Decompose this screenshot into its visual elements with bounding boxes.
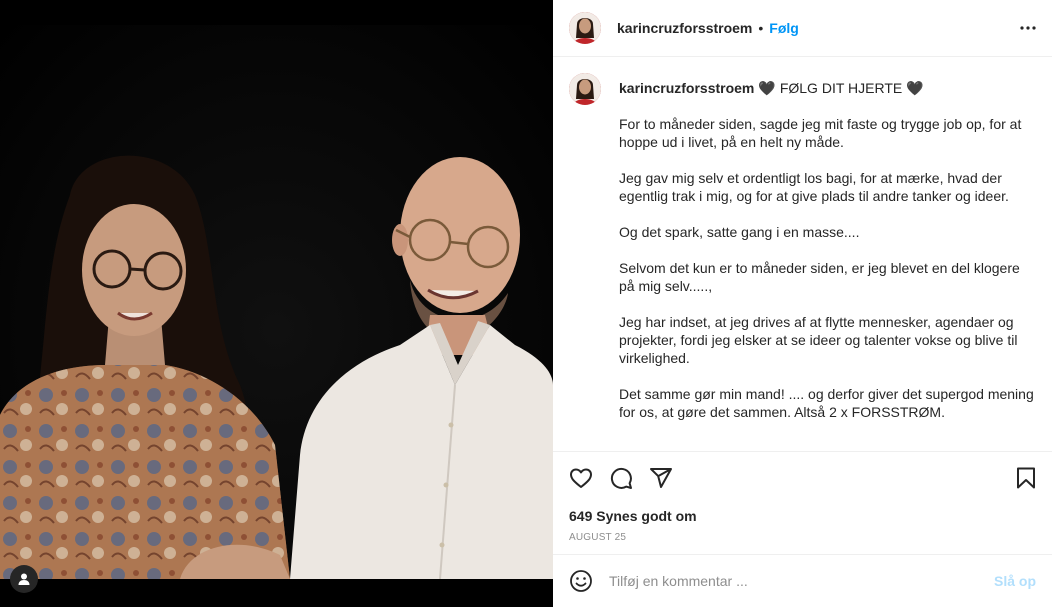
like-button[interactable] <box>569 466 593 490</box>
post-comment-button[interactable]: Slå op <box>994 573 1036 589</box>
comment-button[interactable] <box>609 466 633 490</box>
likes-count[interactable]: 649 Synes godt om <box>553 504 1052 528</box>
caption-avatar[interactable] <box>569 73 601 105</box>
caption-text: karincruzforsstroem 🖤 FØLG DIT HJERTE 🖤 … <box>619 73 1036 439</box>
caption: karincruzforsstroem 🖤 FØLG DIT HJERTE 🖤 … <box>569 73 1036 439</box>
post-media <box>0 0 553 607</box>
post-date[interactable]: AUGUST 25 <box>553 528 1052 554</box>
photo-illustration <box>0 155 553 579</box>
action-bar <box>553 452 1052 504</box>
more-horizontal-icon <box>1020 26 1036 30</box>
caption-headline-row: karincruzforsstroem 🖤 FØLG DIT HJERTE 🖤 <box>619 79 1036 97</box>
more-options-button[interactable] <box>1020 26 1036 30</box>
heart-outline-icon <box>570 468 592 488</box>
bookmark-icon <box>1017 467 1035 489</box>
save-button[interactable] <box>1016 467 1036 489</box>
caption-username[interactable]: karincruzforsstroem <box>619 79 754 97</box>
avatar-image <box>569 73 601 105</box>
follow-button[interactable]: Følg <box>769 20 799 36</box>
black-heart-icon: 🖤 <box>906 80 924 96</box>
avatar[interactable] <box>569 12 601 44</box>
header-username[interactable]: karincruzforsstroem <box>617 20 752 36</box>
caption-paragraph: For to måneder siden, sagde jeg mit fast… <box>619 116 1026 150</box>
emoji-button[interactable] <box>569 569 593 593</box>
post-sidebar: karincruzforsstroem • Følg karincruzfors… <box>553 0 1052 607</box>
comment-input[interactable] <box>607 572 994 590</box>
caption-paragraph: Jeg har indset, at jeg drives af at flyt… <box>619 314 1022 366</box>
comment-composer: Slå op <box>553 554 1052 607</box>
post-header: karincruzforsstroem • Følg <box>553 0 1052 57</box>
caption-paragraph: Selvom det kun er to måneder siden, er j… <box>619 260 1024 294</box>
comment-bubble-icon <box>610 467 632 489</box>
instagram-post: karincruzforsstroem • Følg karincruzfors… <box>0 0 1052 607</box>
tagged-users-button[interactable] <box>10 565 38 593</box>
separator-dot: • <box>758 20 764 36</box>
avatar-image <box>569 12 601 44</box>
paper-plane-icon <box>650 468 672 488</box>
caption-paragraph: Jeg gav mig selv et ordentligt los bagi,… <box>619 170 1009 204</box>
user-icon <box>18 573 30 585</box>
caption-paragraph: Det samme gør min mand! .... og derfor g… <box>619 386 1038 420</box>
caption-headline: FØLG DIT HJERTE <box>779 80 903 96</box>
emoji-smile-icon <box>570 570 592 592</box>
caption-area: karincruzforsstroem 🖤 FØLG DIT HJERTE 🖤 … <box>553 57 1052 452</box>
black-heart-icon: 🖤 <box>758 80 776 96</box>
post-photo[interactable] <box>0 25 553 579</box>
caption-paragraph: Og det spark, satte gang i en masse.... <box>619 224 860 240</box>
caption-paragraphs: For to måneder siden, sagde jeg mit fast… <box>619 115 1036 421</box>
share-button[interactable] <box>649 466 673 490</box>
